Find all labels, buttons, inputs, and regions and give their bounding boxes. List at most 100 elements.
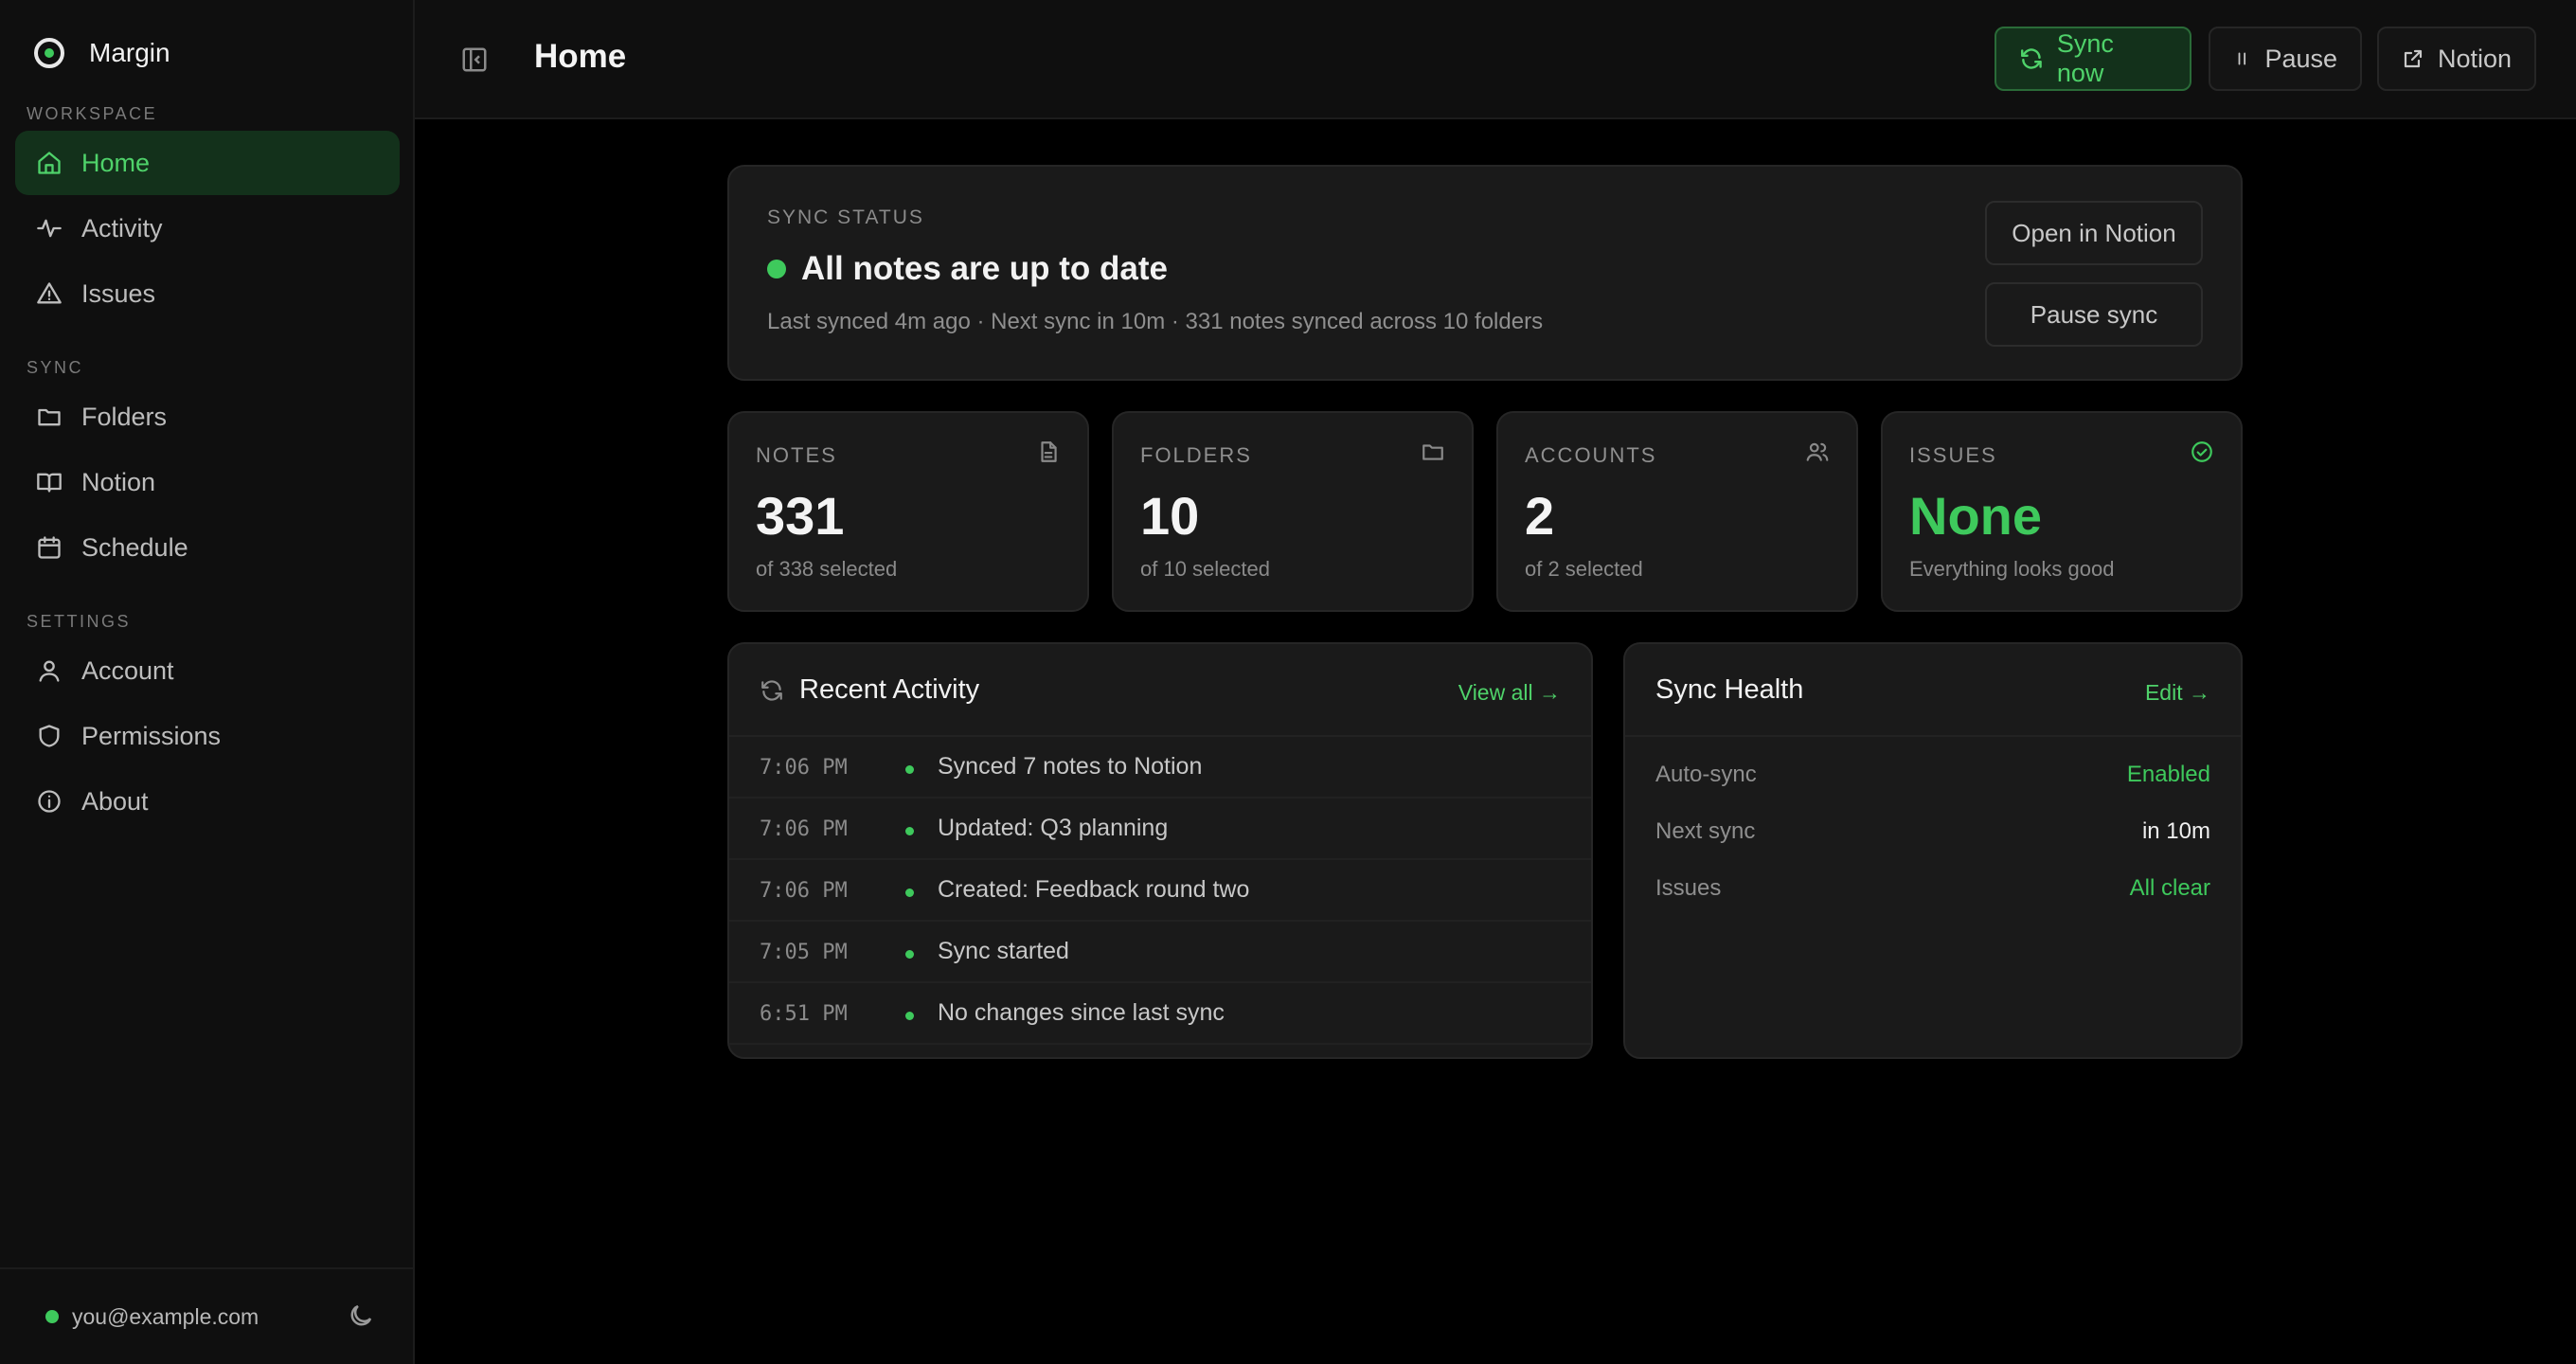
edit-link[interactable]: Edit → — [2145, 680, 2210, 706]
activity-time: 7:06 PM — [760, 756, 848, 780]
stat-label: NOTES — [756, 443, 837, 467]
stat-card-notes[interactable]: NOTES 331 of 338 selected — [727, 411, 1089, 612]
sidebar-item-label: Activity — [81, 213, 163, 242]
recent-activity-header: Recent Activity View all → — [729, 644, 1591, 737]
book-icon — [36, 469, 63, 495]
pause-icon — [2238, 52, 2246, 65]
activity-dot-icon — [905, 1012, 914, 1020]
stat-sub: of 338 selected — [756, 557, 898, 581]
activity-dot-icon — [905, 827, 914, 835]
sidebar-item-folders[interactable]: Folders — [15, 385, 400, 449]
sidebar-item-label: Notion — [81, 467, 156, 496]
online-status-icon — [45, 1310, 59, 1323]
section-label-workspace: WORKSPACE — [27, 104, 158, 123]
sidebar-item-notion[interactable]: Notion — [15, 450, 400, 514]
sidebar-item-label: Home — [81, 148, 151, 177]
brand[interactable]: Margin — [34, 34, 170, 72]
section-label-sync: SYNC — [27, 358, 84, 377]
activity-dot-icon — [905, 950, 914, 959]
sidebar-item-schedule[interactable]: Schedule — [15, 515, 400, 580]
view-all-link[interactable]: View all → — [1458, 680, 1561, 706]
activity-row[interactable]: 7:06 PM Created: Feedback round two — [729, 860, 1591, 922]
stat-value: 10 — [1140, 486, 1200, 546]
stat-value: 331 — [756, 486, 845, 546]
stat-sub: of 10 selected — [1140, 557, 1270, 581]
sidebar-item-home[interactable]: Home — [15, 131, 400, 195]
activity-row[interactable]: 7:06 PM Synced 7 notes to Notion — [729, 737, 1591, 799]
section-label-settings: SETTINGS — [27, 612, 132, 631]
sync-health-header: Sync Health Edit → — [1625, 644, 2241, 737]
status-dot-icon — [767, 260, 786, 278]
sidebar-footer: you@example.com — [0, 1267, 413, 1364]
activity-row[interactable]: 6:51 PM No changes since last sync — [729, 983, 1591, 1045]
users-icon — [1805, 440, 1830, 464]
sidebar-item-permissions[interactable]: Permissions — [15, 704, 400, 768]
stat-sub: of 2 selected — [1525, 557, 1643, 581]
moon-icon[interactable] — [347, 1301, 377, 1332]
activity-time: 6:51 PM — [760, 1002, 848, 1026]
sync-health-title: Sync Health — [1655, 674, 1804, 705]
sidebar-item-label: Schedule — [81, 532, 188, 562]
stat-sub: Everything looks good — [1909, 557, 2115, 581]
sidebar-item-label: Account — [81, 655, 174, 685]
sidebar-item-issues[interactable]: Issues — [15, 261, 400, 326]
activity-row[interactable]: 7:05 PM Sync started — [729, 922, 1591, 983]
health-row-issues: Issues All clear — [1655, 875, 2210, 913]
external-link-icon — [2404, 49, 2423, 68]
margin-logo-icon — [34, 38, 64, 68]
activity-text: Sync started — [938, 938, 1069, 964]
user-icon — [36, 657, 63, 684]
stat-card-issues[interactable]: ISSUES None Everything looks good — [1881, 411, 2243, 612]
health-value: Enabled — [2126, 762, 2210, 787]
health-key: Issues — [1655, 875, 1722, 901]
calendar-icon — [36, 534, 63, 561]
stat-card-accounts[interactable]: ACCOUNTS 2 of 2 selected — [1496, 411, 1858, 612]
pause-sync-button[interactable]: Pause sync — [1985, 282, 2203, 347]
sidebar-item-label: Folders — [81, 402, 168, 431]
sidebar-item-activity[interactable]: Activity — [15, 196, 400, 260]
activity-row[interactable]: 7:06 PM Updated: Q3 planning — [729, 799, 1591, 860]
sidebar-item-account[interactable]: Account — [15, 638, 400, 703]
activity-text: No changes since last sync — [938, 999, 1225, 1026]
activity-dot-icon — [905, 888, 914, 897]
stat-label: FOLDERS — [1140, 443, 1252, 467]
recent-activity-title: Recent Activity — [760, 674, 979, 706]
activity-time: 7:06 PM — [760, 817, 848, 841]
app-name: Margin — [89, 38, 170, 67]
health-value: in 10m — [2141, 818, 2210, 844]
stat-value: 2 — [1525, 486, 1555, 546]
health-key: Auto-sync — [1655, 762, 1757, 787]
stat-card-folders[interactable]: FOLDERS 10 of 10 selected — [1112, 411, 1474, 612]
document-icon — [1036, 440, 1061, 464]
warning-icon — [36, 280, 63, 307]
page-title: Home — [534, 38, 627, 75]
activity-text: Synced 7 notes to Notion — [938, 753, 1203, 780]
health-value: All clear — [2129, 875, 2210, 901]
info-icon — [36, 788, 63, 815]
sync-now-button[interactable]: Sync now — [1995, 27, 2191, 91]
folder-icon — [36, 404, 63, 430]
pause-button[interactable]: Pause — [2209, 27, 2362, 91]
recent-activity-card: Recent Activity View all → 7:06 PM Synce… — [727, 642, 1593, 1059]
user-email: you@example.com — [72, 1303, 259, 1329]
sidebar: Margin WORKSPACE Home Activity Issues SY… — [0, 0, 415, 1364]
health-key: Next sync — [1655, 818, 1756, 844]
health-row-next-sync: Next sync in 10m — [1655, 818, 2210, 856]
stat-label: ISSUES — [1909, 443, 1997, 467]
open-in-notion-button[interactable]: Open in Notion — [1985, 201, 2203, 265]
sidebar-item-label: About — [81, 786, 149, 816]
sync-health-card: Sync Health Edit → Auto-sync Enabled Nex… — [1623, 642, 2243, 1059]
home-icon — [36, 150, 63, 176]
activity-text: Updated: Q3 planning — [938, 815, 1169, 841]
sidebar-item-about[interactable]: About — [15, 769, 400, 834]
activity-time: 7:05 PM — [760, 941, 848, 964]
open-notion-button[interactable]: Notion — [2377, 27, 2536, 91]
activity-icon — [36, 215, 63, 242]
activity-text: Created: Feedback round two — [938, 876, 1250, 903]
activity-time: 7:06 PM — [760, 879, 848, 903]
sidebar-item-label: Permissions — [81, 721, 222, 750]
stat-label: ACCOUNTS — [1525, 443, 1657, 467]
refresh-icon — [2021, 48, 2042, 69]
sync-status-headline: All notes are up to date — [767, 250, 1168, 288]
sidebar-toggle-icon[interactable] — [460, 45, 489, 74]
